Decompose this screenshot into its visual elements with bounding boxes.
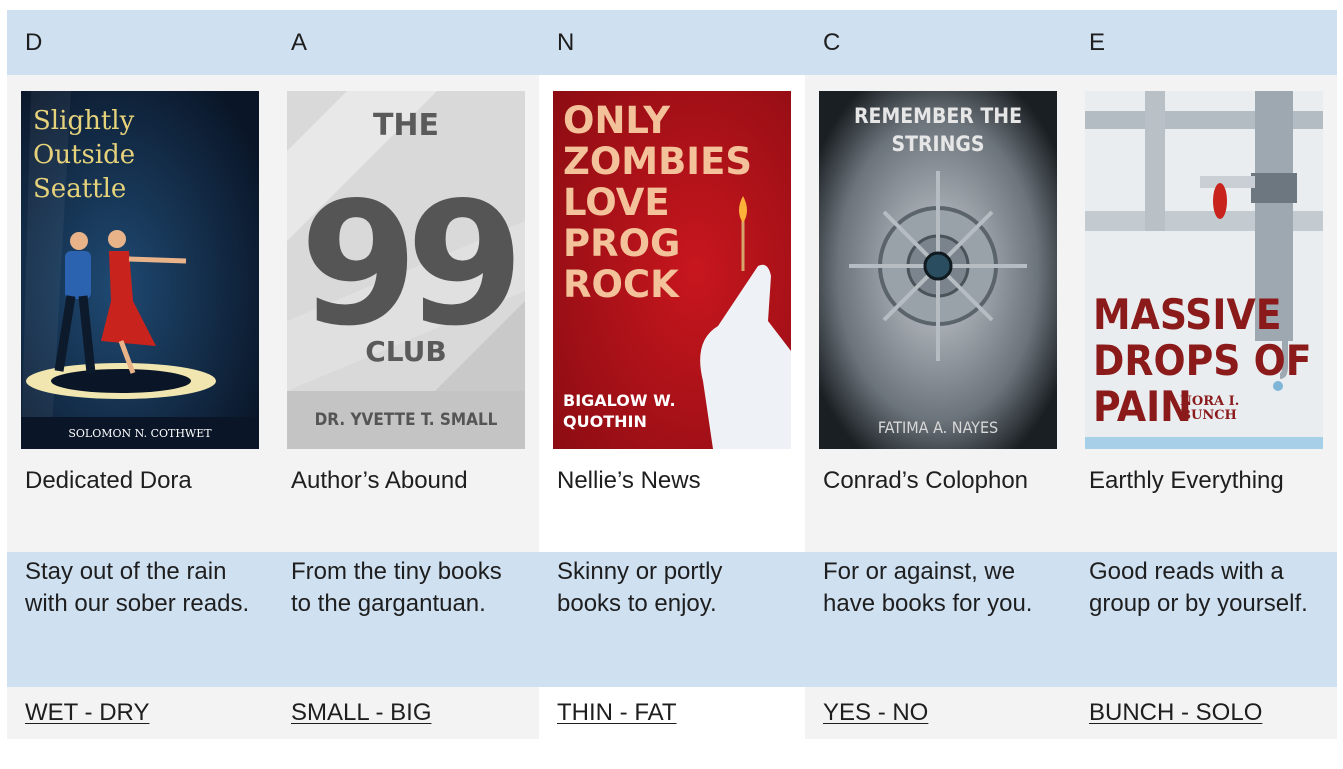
link-cell: WET - DRY	[7, 687, 273, 739]
category-link[interactable]: WET - DRY	[25, 697, 149, 729]
cover-title-line: MASSIVE	[1093, 290, 1282, 339]
book-cover-remember-the-strings: REMEMBER THE STRINGS FATIMA A. NAYES	[819, 91, 1057, 449]
category-link[interactable]: THIN - FAT	[557, 697, 677, 729]
cover-title-line: Slightly	[33, 106, 135, 136]
cover-author-line: QUOTHIN	[563, 412, 647, 431]
store-description: Stay out of the rain with our sober read…	[7, 552, 273, 687]
cover-cell: Slightly Outside Seattle SOLOMON N. COTH…	[7, 75, 273, 465]
store-description: Skinny or portly books to enjoy.	[539, 552, 805, 687]
cover-title-line: REMEMBER THE	[854, 104, 1022, 128]
cover-title-line: STRINGS	[892, 132, 985, 156]
cover-author: SOLOMON N. COTHWET	[68, 427, 212, 440]
column-letter: E	[1071, 10, 1337, 75]
cover-title-line: Outside	[33, 140, 135, 170]
store-name: Author’s Abound	[273, 465, 539, 552]
cover-title-line: PAIN	[1093, 382, 1192, 431]
store-description: For or against, we have books for you.	[805, 552, 1071, 687]
cover-author: DR. YVETTE T. SMALL	[315, 410, 498, 430]
cover-title-top: THE	[373, 108, 439, 143]
store-description: Good reads with a group or by yourself.	[1071, 552, 1337, 687]
link-cell: YES - NO	[805, 687, 1071, 739]
cover-title-line: ONLY	[563, 99, 671, 142]
column-letter: A	[273, 10, 539, 75]
cover-title-line: ROCK	[563, 263, 680, 306]
cover-author: FATIMA A. NAYES	[878, 418, 998, 437]
link-cell: SMALL - BIG	[273, 687, 539, 739]
cover-cell: THE 99 CLUB DR. YVETTE T. SMALL	[273, 75, 539, 465]
store-name: Conrad’s Colophon	[805, 465, 1071, 552]
cover-title-line: DROPS OF	[1093, 336, 1312, 385]
book-cover-slightly-outside-seattle: Slightly Outside Seattle SOLOMON N. COTH…	[21, 91, 259, 449]
cover-author-line: NORA I.	[1180, 394, 1239, 409]
category-link[interactable]: SMALL - BIG	[291, 697, 431, 729]
store-name: Dedicated Dora	[7, 465, 273, 552]
cover-cell: REMEMBER THE STRINGS FATIMA A. NAYES	[805, 75, 1071, 465]
store-name: Nellie’s News	[539, 465, 805, 552]
link-cell: THIN - FAT	[539, 687, 805, 739]
cover-author-line: BUNCH	[1180, 408, 1237, 423]
cover-title-line: LOVE	[563, 181, 670, 224]
cover-title-line: PROG	[563, 222, 680, 265]
cover-cell: ONLY ZOMBIES LOVE PROG ROCK BIGALOW W. Q…	[539, 75, 805, 465]
cover-title-bottom: CLUB	[365, 335, 446, 368]
category-link[interactable]: YES - NO	[823, 697, 928, 729]
book-cover-the-99-club: THE 99 CLUB DR. YVETTE T. SMALL	[287, 91, 525, 449]
column-letter: N	[539, 10, 805, 75]
book-cover-massive-drops-of-pain: MASSIVE DROPS OF PAIN NORA I. BUNCH	[1085, 91, 1323, 449]
link-cell: BUNCH - SOLO	[1071, 687, 1337, 739]
book-cover-only-zombies-love-prog-rock: ONLY ZOMBIES LOVE PROG ROCK BIGALOW W. Q…	[553, 91, 791, 449]
category-link[interactable]: BUNCH - SOLO	[1089, 697, 1262, 729]
store-description: From the tiny books to the gargantuan.	[273, 552, 539, 687]
column-letter: D	[7, 10, 273, 75]
cover-author-line: BIGALOW W.	[563, 391, 676, 410]
cover-cell: MASSIVE DROPS OF PAIN NORA I. BUNCH	[1071, 75, 1337, 465]
bookstore-grid: D A N C E Slightly Outside Seattle SOLOM…	[7, 10, 1337, 739]
cover-title-line: Seattle	[33, 174, 126, 204]
store-name: Earthly Everything	[1071, 465, 1337, 552]
column-letter: C	[805, 10, 1071, 75]
cover-title-line: ZOMBIES	[563, 140, 752, 183]
